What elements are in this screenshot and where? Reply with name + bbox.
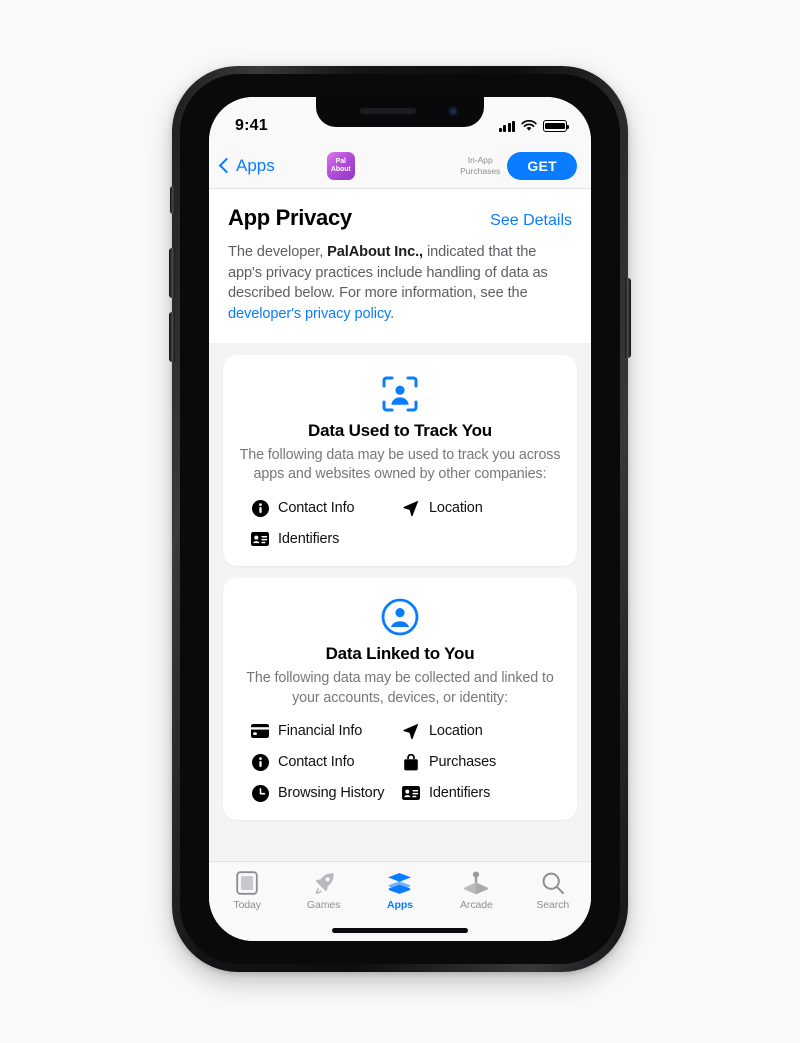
search-icon <box>541 870 565 896</box>
list-item-label: Financial Info <box>278 723 363 740</box>
tab-search[interactable]: Search <box>519 870 587 911</box>
list-item-label: Browsing History <box>278 785 385 802</box>
tab-apps[interactable]: Apps <box>366 870 434 911</box>
volume-down-button[interactable] <box>169 312 175 362</box>
privacy-policy-link[interactable]: developer's privacy policy <box>228 306 390 322</box>
desc-part3: . <box>390 306 395 323</box>
tab-label: Today <box>233 899 261 911</box>
tab-label: Apps <box>387 899 413 911</box>
navigation-bar: Apps Pal About In-App Purchases GET <box>209 143 591 189</box>
list-item-label: Identifiers <box>278 531 340 548</box>
page-title: App Privacy <box>228 205 352 230</box>
back-button[interactable]: Apps <box>218 155 275 176</box>
privacy-description: The developer, PalAbout Inc., indicated … <box>228 242 572 325</box>
identity-card-icon <box>402 784 420 802</box>
mute-switch-button[interactable] <box>170 186 175 214</box>
card-title: Data Used to Track You <box>308 420 492 440</box>
tab-arcade[interactable]: Arcade <box>442 870 510 911</box>
developer-name: PalAbout Inc., <box>327 244 424 260</box>
back-button-label: Apps <box>236 155 275 175</box>
rocket-icon <box>312 870 336 896</box>
info-circle-icon <box>251 499 269 517</box>
list-item-label: Location <box>429 723 483 740</box>
tab-bar: Today Games Apps Arcade Search <box>209 861 591 941</box>
privacy-header-section: App Privacy See Details The developer, P… <box>209 189 591 343</box>
list-item: Browsing History <box>251 784 398 802</box>
identity-card-icon <box>251 530 269 548</box>
tab-label: Games <box>306 899 341 911</box>
today-icon <box>236 870 258 896</box>
list-item: Financial Info <box>251 722 398 740</box>
device-notch <box>316 97 484 127</box>
iap-line2: Purchases <box>460 165 501 176</box>
see-details-link[interactable]: See Details <box>490 212 572 230</box>
app-privacy-content[interactable]: App Privacy See Details The developer, P… <box>209 189 591 861</box>
location-arrow-icon <box>402 722 420 740</box>
volume-up-button[interactable] <box>169 248 175 298</box>
list-item: Purchases <box>402 753 549 771</box>
get-button[interactable]: GET <box>507 151 577 180</box>
tab-today[interactable]: Today <box>213 870 281 911</box>
card-items-grid: Financial Info Location Contact Info Pur… <box>237 722 563 802</box>
tab-games[interactable]: Games <box>290 870 358 911</box>
phone-device-frame: 9:41 Apps Pal About In-App Purchases GET… <box>169 66 631 972</box>
privacy-title-row: App Privacy See Details <box>228 205 572 231</box>
location-arrow-icon <box>402 499 420 517</box>
data-linked-to-you-card: Data Linked to You The following data ma… <box>223 578 577 821</box>
info-circle-icon <box>251 753 269 771</box>
data-used-to-track-you-card: Data Used to Track You The following dat… <box>223 354 577 567</box>
clock-icon <box>251 784 269 802</box>
list-item-label: Purchases <box>429 754 497 771</box>
tab-label: Arcade <box>460 899 493 911</box>
battery-full-icon <box>543 120 570 132</box>
desc-part1: The developer, <box>228 244 328 260</box>
chevron-left-icon <box>218 157 235 174</box>
joystick-icon <box>463 870 489 896</box>
list-item-label: Location <box>429 500 483 517</box>
app-icon-line2: About <box>330 165 351 173</box>
list-item-label: Contact Info <box>278 500 355 517</box>
card-title: Data Linked to You <box>325 644 475 664</box>
cellular-bars-icon <box>498 120 515 132</box>
list-item: Location <box>402 722 549 740</box>
tab-label: Search <box>536 899 570 911</box>
home-indicator[interactable] <box>332 928 468 933</box>
list-item: Contact Info <box>251 499 398 517</box>
list-item: Identifiers <box>402 784 549 802</box>
list-item-label: Identifiers <box>429 785 491 802</box>
shopping-bag-icon <box>402 753 420 771</box>
front-camera-icon <box>448 106 458 116</box>
credit-card-icon <box>251 722 269 740</box>
card-subtitle: The following data may be used to track … <box>239 446 561 483</box>
person-circle-icon <box>237 598 563 636</box>
list-item: Location <box>402 499 549 517</box>
list-item: Identifiers <box>251 530 398 548</box>
list-item-label: Contact Info <box>278 754 355 771</box>
nav-right-group: In-App Purchases GET <box>460 151 577 180</box>
iap-line1: In-App <box>467 155 493 166</box>
earpiece-speaker-icon <box>360 108 416 114</box>
power-side-button[interactable] <box>625 278 631 358</box>
phone-screen: 9:41 Apps Pal About In-App Purchases GET… <box>209 97 591 941</box>
app-icon-line1: Pal <box>335 158 346 166</box>
wifi-icon <box>521 120 537 131</box>
status-time: 9:41 <box>235 117 268 134</box>
track-you-icon <box>237 375 563 413</box>
in-app-purchases-label: In-App Purchases <box>460 155 500 176</box>
layers-icon <box>387 870 412 896</box>
card-items-grid: Contact Info Location Identifiers <box>237 499 563 548</box>
app-icon[interactable]: Pal About <box>326 151 355 180</box>
list-item: Contact Info <box>251 753 398 771</box>
card-subtitle: The following data may be collected and … <box>246 670 554 706</box>
status-icons <box>498 120 570 132</box>
